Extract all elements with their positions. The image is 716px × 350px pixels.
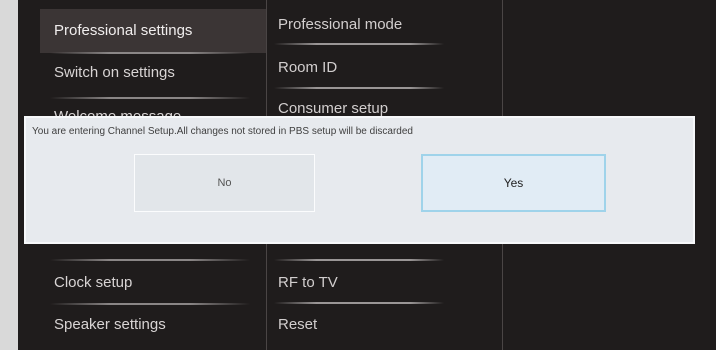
- menu-item-label: Switch on settings: [54, 64, 175, 81]
- menu-item-label: Clock setup: [54, 274, 133, 291]
- menu-item-label: Professional mode: [278, 16, 403, 33]
- value-underline: [274, 259, 444, 261]
- menu-item-label: RF to TV: [278, 274, 338, 291]
- menu-item-speaker-settings[interactable]: Speaker settings: [40, 303, 266, 347]
- menu-item-label: Room ID: [278, 59, 338, 76]
- menu-item-consumer-setup[interactable]: Consumer setup: [266, 100, 502, 117]
- dialog-message: You are entering Channel Setup.All chang…: [32, 126, 413, 137]
- value-underline: [274, 43, 444, 45]
- menu-item-label: Professional settings: [54, 22, 193, 39]
- confirmation-dialog: You are entering Channel Setup.All chang…: [24, 116, 695, 244]
- menu-item-professional-mode[interactable]: Professional mode: [266, 16, 502, 33]
- no-button[interactable]: No: [134, 154, 315, 212]
- menu-item-professional-settings[interactable]: Professional settings: [40, 9, 266, 53]
- menu-item-rf-to-tv[interactable]: RF to TV: [266, 274, 502, 291]
- menu-item-reset[interactable]: Reset: [266, 316, 502, 333]
- value-underline: [274, 302, 444, 304]
- no-button-label: No: [217, 177, 232, 189]
- menu-item-label: Consumer setup: [278, 100, 389, 117]
- value-underline: [274, 87, 444, 89]
- menu-item-room-id[interactable]: Room ID: [266, 59, 502, 76]
- yes-button[interactable]: Yes: [421, 154, 606, 212]
- menu-item-label: Speaker settings: [54, 316, 166, 333]
- menu-item-switch-on-settings[interactable]: Switch on settings: [40, 51, 266, 95]
- menu-item-clock-setup[interactable]: Clock setup: [40, 261, 266, 305]
- yes-button-label: Yes: [503, 176, 524, 190]
- menu-item-label: Reset: [278, 316, 318, 333]
